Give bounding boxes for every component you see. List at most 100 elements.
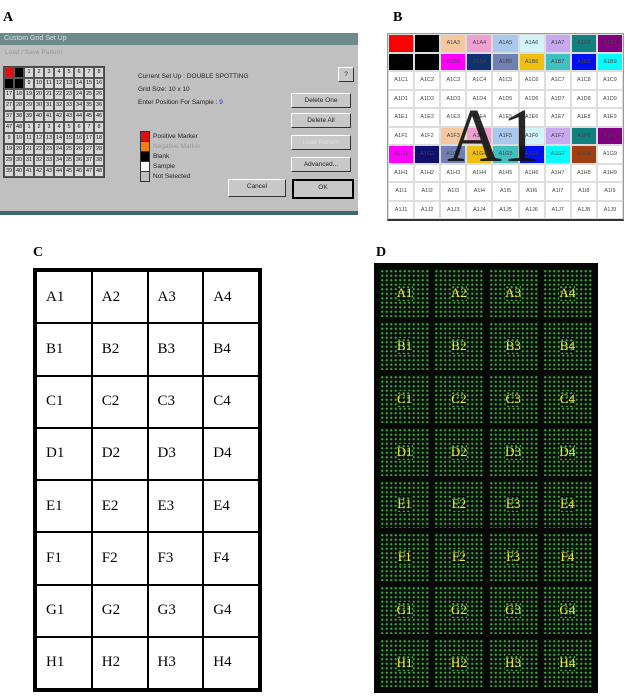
grid-cell[interactable]: 1: [24, 67, 34, 78]
grid-cell[interactable]: 47: [84, 166, 94, 177]
disabled-button[interactable]: Load Pattern: [291, 135, 351, 150]
advanced-button[interactable]: Advanced...: [291, 157, 351, 172]
grid-cell[interactable]: 3: [44, 67, 54, 78]
grid-cell[interactable]: 18: [14, 89, 24, 100]
grid-cell[interactable]: 14: [74, 78, 84, 89]
grid-cell[interactable]: 17: [4, 89, 14, 100]
grid-cell[interactable]: 23: [64, 89, 74, 100]
grid-cell[interactable]: 19: [4, 144, 14, 155]
grid-cell[interactable]: [14, 67, 24, 78]
grid-cell[interactable]: 33: [44, 155, 54, 166]
grid-cell[interactable]: 37: [4, 111, 14, 122]
grid-cell[interactable]: 31: [24, 155, 34, 166]
grid-cell[interactable]: 15: [84, 78, 94, 89]
grid-cell[interactable]: 39: [24, 111, 34, 122]
grid-cell[interactable]: 13: [64, 78, 74, 89]
grid-cell[interactable]: 44: [74, 111, 84, 122]
grid-cell[interactable]: 12: [54, 78, 64, 89]
grid-cell[interactable]: 38: [94, 155, 104, 166]
grid-cell[interactable]: 39: [4, 166, 14, 177]
grid-cell[interactable]: 2: [34, 122, 44, 133]
delete-all-button[interactable]: Delete All: [291, 113, 351, 128]
grid-cell[interactable]: 8: [94, 67, 104, 78]
grid-cell[interactable]: 28: [94, 144, 104, 155]
grid-cell[interactable]: 22: [54, 89, 64, 100]
grid-cell[interactable]: 45: [64, 166, 74, 177]
grid-cell[interactable]: 44: [54, 166, 64, 177]
grid-cell[interactable]: 30: [14, 155, 24, 166]
grid-cell[interactable]: [14, 78, 24, 89]
grid-cell[interactable]: 10: [34, 78, 44, 89]
grid-cell[interactable]: 12: [34, 133, 44, 144]
grid-cell[interactable]: 1: [24, 122, 34, 133]
grid-cell[interactable]: 27: [4, 100, 14, 111]
grid-cell[interactable]: 32: [34, 155, 44, 166]
grid-cell[interactable]: 3: [44, 122, 54, 133]
grid-cell[interactable]: 30: [34, 100, 44, 111]
grid-cell[interactable]: 24: [74, 89, 84, 100]
grid-cell[interactable]: 46: [94, 111, 104, 122]
grid-cell[interactable]: 46: [74, 166, 84, 177]
grid-cell[interactable]: 48: [14, 122, 24, 133]
grid-cell[interactable]: 11: [24, 133, 34, 144]
delete-one-button[interactable]: Delete One: [291, 93, 351, 108]
grid-cell[interactable]: 19: [24, 89, 34, 100]
grid-cell[interactable]: 15: [64, 133, 74, 144]
grid-cell[interactable]: [4, 78, 14, 89]
grid-cell[interactable]: 43: [44, 166, 54, 177]
grid-cell[interactable]: 36: [74, 155, 84, 166]
grid-cell[interactable]: 37: [84, 155, 94, 166]
grid-cell[interactable]: 34: [54, 155, 64, 166]
grid-cell[interactable]: 4: [54, 122, 64, 133]
grid-cell[interactable]: 22: [34, 144, 44, 155]
grid-cell[interactable]: 42: [34, 166, 44, 177]
grid-cell[interactable]: 36: [94, 100, 104, 111]
ok-button[interactable]: OK: [292, 179, 354, 199]
grid-cell[interactable]: 26: [74, 144, 84, 155]
grid-cell[interactable]: 40: [34, 111, 44, 122]
grid-cell[interactable]: 13: [44, 133, 54, 144]
grid-cell[interactable]: 17: [84, 133, 94, 144]
grid-cell[interactable]: 31: [44, 100, 54, 111]
grid-cell[interactable]: 16: [74, 133, 84, 144]
grid-cell[interactable]: 10: [14, 133, 24, 144]
grid-cell[interactable]: 9: [24, 78, 34, 89]
grid-cell[interactable]: 6: [74, 67, 84, 78]
grid-cell[interactable]: 8: [94, 122, 104, 133]
grid-cell[interactable]: 28: [14, 100, 24, 111]
position-value[interactable]: 9: [219, 99, 223, 106]
grid-cell[interactable]: 35: [84, 100, 94, 111]
grid-cell[interactable]: 4: [54, 67, 64, 78]
grid-cell[interactable]: 5: [64, 67, 74, 78]
grid-cell[interactable]: 20: [14, 144, 24, 155]
grid-cell[interactable]: 7: [84, 67, 94, 78]
grid-cell[interactable]: 48: [94, 166, 104, 177]
grid-cell[interactable]: 6: [74, 122, 84, 133]
grid-cell[interactable]: 33: [64, 100, 74, 111]
grid-cell[interactable]: 2: [34, 67, 44, 78]
grid-cell[interactable]: 29: [24, 100, 34, 111]
grid-cell[interactable]: 24: [54, 144, 64, 155]
grid-cell[interactable]: 38: [14, 111, 24, 122]
grid-cell[interactable]: 29: [4, 155, 14, 166]
pattern-grid[interactable]: 1 2 3 4 5 6 7 8 9 10 11 12 13 14 15 16 17 18 19 20 21 22 23 24 2…: [3, 66, 105, 178]
grid-cell[interactable]: 7: [84, 122, 94, 133]
grid-cell[interactable]: 41: [44, 111, 54, 122]
grid-cell[interactable]: 47: [4, 122, 14, 133]
grid-cell[interactable]: 16: [94, 78, 104, 89]
grid-cell[interactable]: 11: [44, 78, 54, 89]
grid-cell[interactable]: 25: [84, 89, 94, 100]
grid-cell[interactable]: [4, 67, 14, 78]
grid-cell[interactable]: 23: [44, 144, 54, 155]
grid-cell[interactable]: 40: [14, 166, 24, 177]
grid-cell[interactable]: 41: [24, 166, 34, 177]
grid-cell[interactable]: 21: [24, 144, 34, 155]
grid-cell[interactable]: 27: [84, 144, 94, 155]
grid-cell[interactable]: 32: [54, 100, 64, 111]
grid-cell[interactable]: 18: [94, 133, 104, 144]
grid-cell[interactable]: 34: [74, 100, 84, 111]
grid-cell[interactable]: 45: [84, 111, 94, 122]
grid-cell[interactable]: 35: [64, 155, 74, 166]
grid-cell[interactable]: 21: [44, 89, 54, 100]
help-button[interactable]: ?: [338, 67, 354, 82]
